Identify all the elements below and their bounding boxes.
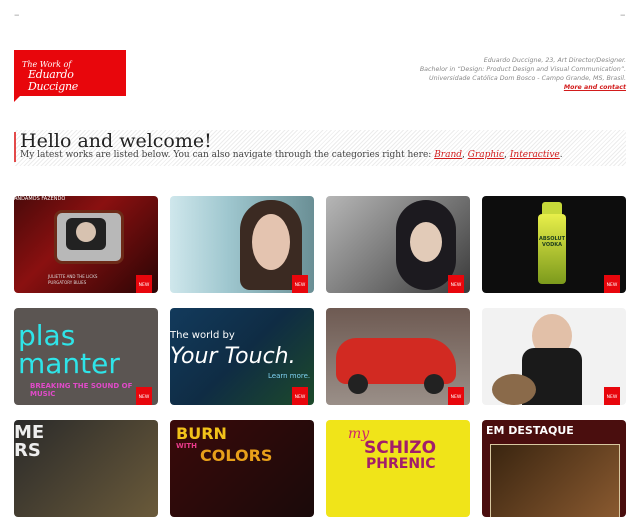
portfolio-tile-plasmanter[interactable]: plas manter BREAKING THE SOUND OF MUSIC … xyxy=(14,308,158,405)
more-contact-link[interactable]: More and contact xyxy=(420,83,626,92)
learn-more-link: Learn more. xyxy=(268,372,311,380)
new-badge: NEW xyxy=(136,275,152,293)
bio-line3: Universidade Católica Dom Bosco - Campo … xyxy=(429,75,626,82)
welcome-accent-bar xyxy=(14,132,16,162)
new-badge: NEW xyxy=(448,387,464,405)
page-title: Hello and welcome! xyxy=(20,130,212,152)
portfolio-tile-portrait[interactable]: NEW xyxy=(170,196,314,293)
new-badge: NEW xyxy=(604,387,620,405)
site-logo[interactable]: The Work of Eduardo Duccigne xyxy=(14,50,126,102)
new-badge: NEW xyxy=(136,387,152,405)
portfolio-tile-dog[interactable]: NEW xyxy=(482,308,626,405)
tile-headline: SCHIZO xyxy=(364,438,437,458)
bio-line2: Bachelor in “Design: Product Design and … xyxy=(419,66,626,73)
portfolio-tile-juliette[interactable]: ANDAMOS FAZENDO JULIETTE AND THE LICKS P… xyxy=(14,196,158,293)
category-link-interactive[interactable]: Interactive xyxy=(510,150,560,160)
category-link-brand[interactable]: Brand xyxy=(434,150,462,160)
tile-caption-top: ANDAMOS FAZENDO xyxy=(14,196,66,202)
bottle-label: ABSOLUT VODKA xyxy=(538,236,565,248)
welcome-banner: Hello and welcome! My latest works are l… xyxy=(14,130,626,166)
tile-midline: WITH xyxy=(176,442,197,450)
portfolio-tile-car[interactable]: NEW xyxy=(326,308,470,405)
category-link-graphic[interactable]: Graphic xyxy=(468,150,504,160)
tile-headline-2: COLORS xyxy=(200,446,273,465)
tile-headline: EM DESTAQUE xyxy=(486,424,574,437)
portfolio-tile-absolut[interactable]: ABSOLUT VODKA NEW xyxy=(482,196,626,293)
top-dash-right: – xyxy=(620,8,626,21)
tile-headline: Your Touch. xyxy=(170,344,296,369)
bio-line1: Eduardo Duccigne, 23, Art Director/Desig… xyxy=(483,57,626,64)
tile-headline: BURN xyxy=(176,424,227,443)
tile-headline: ME RS xyxy=(14,422,45,461)
tile-subline: The world by xyxy=(170,330,235,341)
logo-line2: Eduardo Duccigne xyxy=(28,68,78,93)
category-end: . xyxy=(559,150,563,160)
portfolio-tile-destaque[interactable]: EM DESTAQUE xyxy=(482,420,626,517)
welcome-text: My latest works are listed below. You ca… xyxy=(20,150,563,160)
portfolio-tile-yourtouch[interactable]: The world by Your Touch. Learn more. NEW xyxy=(170,308,314,405)
new-badge: NEW xyxy=(604,275,620,293)
new-badge: NEW xyxy=(292,275,308,293)
portfolio-tile-illustration[interactable]: NEW xyxy=(326,196,470,293)
portfolio-tile-schizo[interactable]: my SCHIZO PHRENIC xyxy=(326,420,470,517)
new-badge: NEW xyxy=(448,275,464,293)
tile-caption-bottom: JULIETTE AND THE LICKS PURGATORY BLUES xyxy=(48,274,98,285)
top-dash-left: – xyxy=(14,8,20,21)
bio-block: Eduardo Duccigne, 23, Art Director/Desig… xyxy=(420,56,626,92)
tile-headline: plas manter xyxy=(18,319,120,380)
new-badge: NEW xyxy=(292,387,308,405)
tile-headline-2: PHRENIC xyxy=(366,456,436,472)
portfolio-tile-members[interactable]: ME RS xyxy=(14,420,158,517)
portfolio-tile-burn[interactable]: BURN WITH COLORS xyxy=(170,420,314,517)
welcome-intro: My latest works are listed below. You ca… xyxy=(20,150,432,160)
